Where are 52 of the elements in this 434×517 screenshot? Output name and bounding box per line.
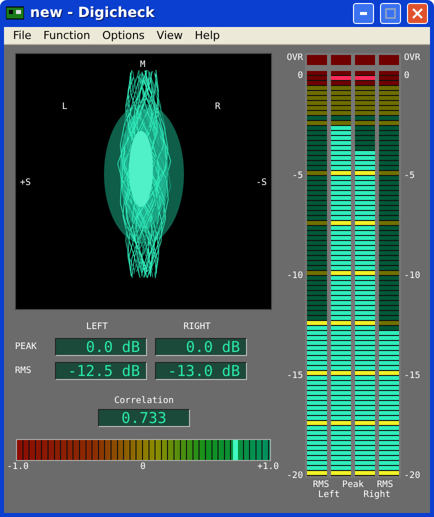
axis-label: +S: [20, 178, 31, 188]
scale-label: -20: [286, 471, 303, 481]
scale-label: OVR: [286, 53, 303, 63]
menu-item[interactable]: View: [150, 28, 189, 42]
meter-label: RMS: [312, 480, 330, 490]
tick-label: 0: [140, 462, 146, 472]
scale-label: -20: [404, 471, 420, 481]
axis-label: M: [140, 60, 146, 70]
overload-indicator: [331, 55, 351, 65]
maximize-icon: [385, 8, 396, 19]
scale-label: -5: [292, 171, 303, 181]
sound-card-icon: [6, 6, 24, 20]
tick-label: -1.0: [7, 462, 29, 472]
channel-heading: RIGHT: [182, 322, 212, 332]
scale-label: -15: [286, 371, 303, 381]
menu-item[interactable]: Help: [188, 28, 226, 42]
level-readout: 0.0 dB: [155, 338, 247, 356]
menu-item[interactable]: File: [7, 28, 38, 42]
channel-label: Left: [317, 490, 341, 500]
scale-label: -10: [404, 271, 420, 281]
scale-label: -15: [404, 371, 420, 381]
axis-label: L: [62, 102, 68, 112]
level-readout: -12.5 dB: [55, 362, 147, 380]
menu-item[interactable]: Function: [37, 28, 96, 42]
menu-item[interactable]: Options: [96, 28, 151, 42]
scale-label: 0: [404, 71, 410, 81]
window-title: new - Digicheck: [30, 5, 156, 22]
correlation-readout: 0.733: [98, 409, 190, 427]
meter-label: RMS: [376, 480, 394, 490]
scale-label: OVR: [404, 53, 420, 63]
scale-label: 0: [298, 71, 303, 81]
close-icon: [412, 8, 423, 19]
axis-label: R: [215, 102, 220, 112]
tick-label: +1.0: [257, 462, 279, 472]
axis-label: -S: [256, 178, 267, 188]
overload-indicator: [379, 55, 399, 65]
maximize-button[interactable]: [380, 2, 401, 24]
overload-indicator: [307, 55, 327, 65]
overload-indicator: [355, 55, 375, 65]
meter-label: Peak: [341, 480, 364, 490]
channel-label: Right: [362, 490, 392, 500]
row-label: PEAK: [15, 342, 38, 352]
close-button[interactable]: [407, 2, 428, 24]
level-readout: 0.0 dB: [55, 338, 147, 356]
minimize-icon: [360, 12, 367, 15]
row-label: RMS: [15, 366, 32, 376]
minimize-button[interactable]: [353, 2, 374, 24]
scale-label: -5: [404, 171, 415, 181]
correlation-label: Correlation: [114, 396, 174, 406]
scale-label: -10: [286, 271, 303, 281]
channel-heading: LEFT: [85, 322, 109, 332]
level-readout: -13.0 dB: [155, 362, 247, 380]
